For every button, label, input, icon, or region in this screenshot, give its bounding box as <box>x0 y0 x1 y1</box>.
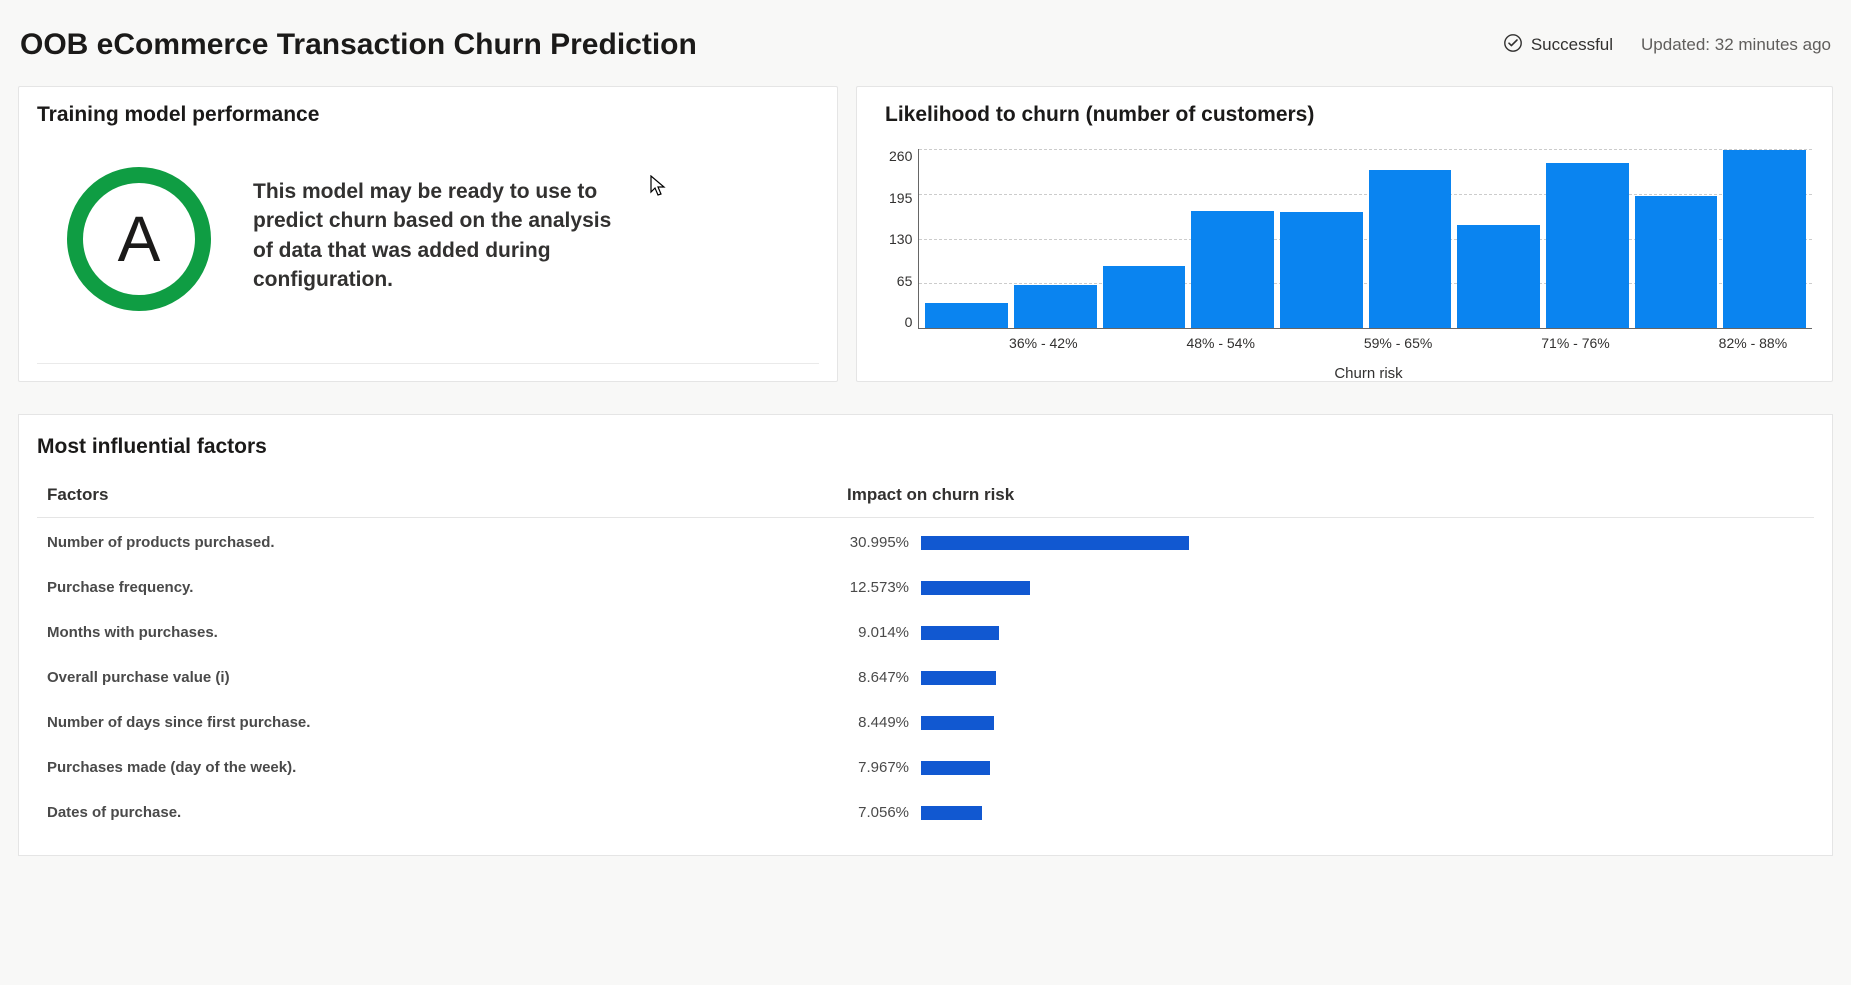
status-successful: Successful <box>1503 33 1613 58</box>
factor-name: Dates of purchase. <box>37 804 847 821</box>
impact-percent: 12.573% <box>847 579 909 596</box>
impact-cell: 7.056% <box>847 804 1814 821</box>
chart-bar[interactable] <box>1723 150 1806 328</box>
churn-likelihood-card: Likelihood to churn (number of customers… <box>856 86 1833 382</box>
x-axis-label: Churn risk <box>885 351 1812 382</box>
x-axis: 36% - 42% 48% - 54% 59% - 65% 71% - 76% 82% … <box>885 329 1812 351</box>
influential-factors-card: Most influential factors Factors Impact … <box>18 414 1833 856</box>
factors-title: Most influential factors <box>37 435 1814 459</box>
grade-letter: A <box>118 202 161 276</box>
factor-name: Purchase frequency. <box>37 579 847 596</box>
chart-bar[interactable] <box>925 303 1008 328</box>
factor-name: Months with purchases. <box>37 624 847 641</box>
updated-timestamp: Updated: 32 minutes ago <box>1641 35 1831 55</box>
chart-bar[interactable] <box>1369 170 1452 328</box>
impact-bar <box>921 536 1189 550</box>
impact-bar <box>921 716 994 730</box>
table-row[interactable]: Dates of purchase.7.056% <box>37 790 1814 835</box>
factor-name: Number of days since first purchase. <box>37 714 847 731</box>
impact-cell: 7.967% <box>847 759 1814 776</box>
impact-bar <box>921 626 999 640</box>
impact-cell: 8.449% <box>847 714 1814 731</box>
column-header-impact[interactable]: Impact on churn risk <box>847 485 1814 505</box>
chart-bar[interactable] <box>1014 285 1097 328</box>
x-tick: 82% - 88% <box>1694 335 1812 351</box>
check-circle-icon <box>1503 33 1523 58</box>
y-tick: 65 <box>897 274 913 288</box>
table-row[interactable]: Number of products purchased.30.995% <box>37 520 1814 565</box>
card-title-performance: Training model performance <box>37 103 819 127</box>
table-row[interactable]: Overall purchase value (i)8.647% <box>37 655 1814 700</box>
x-tick: 71% - 76% <box>1516 335 1634 351</box>
impact-percent: 9.014% <box>847 624 909 641</box>
impact-bar <box>921 761 990 775</box>
impact-percent: 7.056% <box>847 804 909 821</box>
chart-bar[interactable] <box>1546 163 1629 328</box>
impact-cell: 30.995% <box>847 534 1814 551</box>
grade-ring: A <box>67 167 211 311</box>
chart-bar[interactable] <box>1103 266 1186 328</box>
bar-chart: 260 195 130 65 0 <box>885 149 1812 329</box>
y-tick: 0 <box>905 315 913 329</box>
chart-bar[interactable] <box>1457 225 1540 328</box>
table-row[interactable]: Purchase frequency.12.573% <box>37 565 1814 610</box>
table-row[interactable]: Months with purchases.9.014% <box>37 610 1814 655</box>
page-header: OOB eCommerce Transaction Churn Predicti… <box>0 0 1851 86</box>
impact-percent: 8.449% <box>847 714 909 731</box>
impact-percent: 8.647% <box>847 669 909 686</box>
chart-bar[interactable] <box>1280 212 1363 328</box>
table-row[interactable]: Number of days since first purchase.8.44… <box>37 700 1814 745</box>
card-title-chart: Likelihood to churn (number of customers… <box>885 103 1812 127</box>
impact-cell: 12.573% <box>847 579 1814 596</box>
performance-description: This model may be ready to use to predic… <box>253 167 633 295</box>
column-header-factors[interactable]: Factors <box>37 485 847 505</box>
impact-bar <box>921 671 996 685</box>
factor-name: Purchases made (day of the week). <box>37 759 847 776</box>
chart-bar[interactable] <box>1191 211 1274 328</box>
impact-percent: 7.967% <box>847 759 909 776</box>
x-tick: 48% - 54% <box>1162 335 1280 351</box>
x-tick: 59% - 65% <box>1339 335 1457 351</box>
impact-cell: 9.014% <box>847 624 1814 641</box>
impact-bar <box>921 581 1030 595</box>
factors-table-header: Factors Impact on churn risk <box>37 485 1814 518</box>
status-label: Successful <box>1531 35 1613 55</box>
page-title: OOB eCommerce Transaction Churn Predicti… <box>20 28 697 62</box>
y-tick: 195 <box>889 191 912 205</box>
impact-cell: 8.647% <box>847 669 1814 686</box>
training-performance-card: Training model performance A This model … <box>18 86 838 382</box>
chart-plot-area <box>918 149 1812 329</box>
table-row[interactable]: Purchases made (day of the week).7.967% <box>37 745 1814 790</box>
x-tick: 36% - 42% <box>984 335 1102 351</box>
factor-name: Number of products purchased. <box>37 534 847 551</box>
impact-percent: 30.995% <box>847 534 909 551</box>
y-axis: 260 195 130 65 0 <box>889 149 918 329</box>
y-tick: 130 <box>889 232 912 246</box>
impact-bar <box>921 806 982 820</box>
y-tick: 260 <box>889 149 912 163</box>
header-status: Successful Updated: 32 minutes ago <box>1503 33 1831 58</box>
factor-name: Overall purchase value (i) <box>37 669 847 686</box>
chart-bar[interactable] <box>1635 196 1718 328</box>
